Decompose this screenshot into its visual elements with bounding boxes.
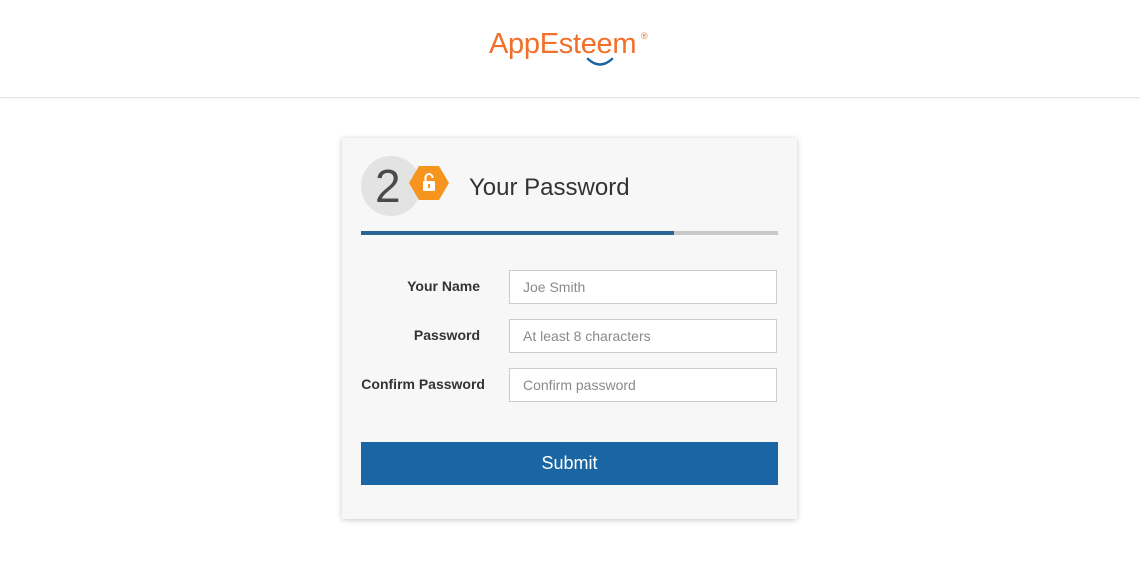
progress-bar bbox=[361, 231, 778, 235]
page-header: AppEsteem ® bbox=[0, 0, 1140, 98]
confirm-password-input[interactable] bbox=[509, 368, 777, 402]
name-label: Your Name bbox=[407, 278, 480, 294]
appesteem-logo[interactable]: AppEsteem ® bbox=[489, 27, 659, 71]
smile-icon bbox=[586, 57, 614, 66]
name-row: Your Name bbox=[342, 270, 797, 304]
logo-text: AppEsteem bbox=[489, 28, 637, 60]
name-input[interactable] bbox=[509, 270, 777, 304]
card-title: Your Password bbox=[469, 174, 630, 201]
step-number: 2 bbox=[375, 160, 401, 212]
password-label: Password bbox=[413, 327, 480, 343]
confirm-password-label: Confirm Password bbox=[361, 376, 485, 392]
submit-button[interactable]: Submit bbox=[361, 442, 778, 485]
progress-bar-fill bbox=[361, 231, 674, 235]
password-card: 2 Your Password Your Name Password Confi… bbox=[342, 138, 797, 519]
lock-icon bbox=[409, 166, 449, 200]
registered-mark: ® bbox=[641, 31, 648, 41]
password-input[interactable] bbox=[509, 319, 777, 353]
password-row: Password bbox=[342, 319, 797, 353]
confirm-password-row: Confirm Password bbox=[342, 368, 797, 402]
